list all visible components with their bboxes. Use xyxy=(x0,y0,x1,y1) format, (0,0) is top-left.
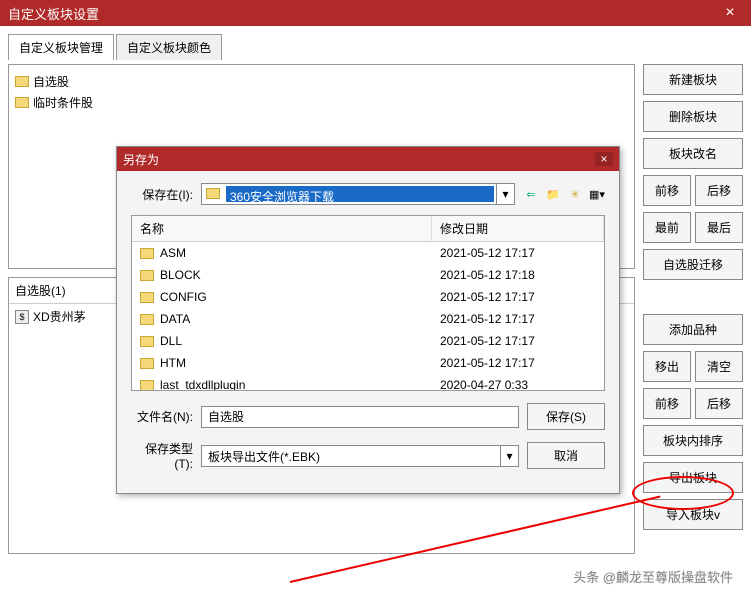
watermark: 头条 @麟龙至尊版操盘软件 xyxy=(573,567,733,586)
filetype-value: 板块导出文件(*.EBK) xyxy=(202,446,500,466)
cancel-button[interactable]: 取消 xyxy=(527,442,605,469)
folder-icon xyxy=(140,292,154,303)
file-name: DLL xyxy=(160,334,182,348)
file-row[interactable]: CONFIG 2021-05-12 17:17 xyxy=(132,286,604,308)
delete-block-button[interactable]: 删除板块 xyxy=(643,101,743,132)
file-name: ASM xyxy=(160,246,186,260)
folder-icon xyxy=(140,314,154,325)
main-content: 自定义板块管理 自定义板块颜色 自选股 临时条件股 自选股(1) $ XD贵州茅 xyxy=(0,26,751,562)
file-row[interactable]: BLOCK 2021-05-12 17:18 xyxy=(132,264,604,286)
location-combo[interactable]: 360安全浏览器下载 ▾ xyxy=(201,183,515,205)
file-date: 2021-05-12 17:17 xyxy=(432,310,604,328)
rename-block-button[interactable]: 板块改名 xyxy=(643,138,743,169)
file-name: CONFIG xyxy=(160,290,207,304)
folder-icon xyxy=(15,97,29,108)
remove-button[interactable]: 移出 xyxy=(643,351,691,382)
save-button[interactable]: 保存(S) xyxy=(527,403,605,430)
tree-label: 临时条件股 xyxy=(33,94,93,111)
file-name: DATA xyxy=(160,312,190,326)
col-name[interactable]: 名称 xyxy=(132,216,432,241)
file-name: HTM xyxy=(160,356,186,370)
file-name: last_tdxdllplugin xyxy=(160,378,245,390)
tree-item[interactable]: 自选股 xyxy=(15,71,628,92)
folder-icon xyxy=(140,336,154,347)
migrate-button[interactable]: 自选股迁移 xyxy=(643,249,743,280)
money-icon: $ xyxy=(15,310,29,324)
tabs: 自定义板块管理 自定义板块颜色 xyxy=(8,34,743,60)
dialog-title: 另存为 xyxy=(123,151,159,168)
sort-button[interactable]: 板块内排序 xyxy=(643,425,743,456)
window-title: 自定义板块设置 xyxy=(8,4,99,23)
col-date[interactable]: 修改日期 xyxy=(432,216,604,241)
file-date: 2020-04-27 0:33 xyxy=(432,376,604,390)
filename-label: 文件名(N): xyxy=(131,408,193,425)
file-date: 2021-05-12 17:17 xyxy=(432,288,604,306)
export-block-button[interactable]: 导出板块 xyxy=(643,462,743,493)
tree-item[interactable]: 临时条件股 xyxy=(15,92,628,113)
last-button[interactable]: 最后 xyxy=(695,212,743,243)
chevron-down-icon[interactable]: ▾ xyxy=(496,184,514,204)
save-as-dialog: 另存为 × 保存在(I): 360安全浏览器下载 ▾ ⇐ 📁 ✳ ▦▾ xyxy=(116,146,620,494)
chevron-down-icon[interactable]: ▾ xyxy=(500,446,518,466)
backward-button[interactable]: 后移 xyxy=(695,175,743,206)
add-stock-button[interactable]: 添加品种 xyxy=(643,314,743,345)
file-date: 2021-05-12 17:17 xyxy=(432,244,604,262)
savein-label: 保存在(I): xyxy=(131,186,193,203)
new-folder-icon[interactable]: ✳ xyxy=(567,186,583,202)
folder-icon xyxy=(140,358,154,369)
stock-label: XD贵州茅 xyxy=(33,308,86,325)
folder-icon xyxy=(15,76,29,87)
file-date: 2021-05-12 17:17 xyxy=(432,332,604,350)
up-folder-icon[interactable]: 📁 xyxy=(545,186,561,202)
view-menu-icon[interactable]: ▦▾ xyxy=(589,186,605,202)
forward2-button[interactable]: 前移 xyxy=(643,388,691,419)
file-row[interactable]: HTM 2021-05-12 17:17 xyxy=(132,352,604,374)
file-row[interactable]: DLL 2021-05-12 17:17 xyxy=(132,330,604,352)
first-button[interactable]: 最前 xyxy=(643,212,691,243)
main-titlebar: 自定义板块设置 × xyxy=(0,0,751,26)
dialog-close-icon[interactable]: × xyxy=(595,152,613,166)
new-block-button[interactable]: 新建板块 xyxy=(643,64,743,95)
dialog-titlebar: 另存为 × xyxy=(117,147,619,171)
location-selected: 360安全浏览器下载 xyxy=(226,186,494,202)
right-buttons: 新建板块 删除板块 板块改名 前移 后移 最前 最后 自选股迁移 添加品种 移出… xyxy=(643,64,743,554)
filename-input[interactable] xyxy=(201,406,519,428)
file-row[interactable]: last_tdxdllplugin 2020-04-27 0:33 xyxy=(132,374,604,390)
tab-manage[interactable]: 自定义板块管理 xyxy=(8,34,114,60)
back-arrow-icon[interactable]: ⇐ xyxy=(523,186,539,202)
forward-button[interactable]: 前移 xyxy=(643,175,691,206)
file-name: BLOCK xyxy=(160,268,201,282)
tree-label: 自选股 xyxy=(33,73,69,90)
file-date: 2021-05-12 17:18 xyxy=(432,266,604,284)
import-block-button[interactable]: 导入板块v xyxy=(643,499,743,530)
close-icon[interactable]: × xyxy=(717,4,743,22)
file-row[interactable]: DATA 2021-05-12 17:17 xyxy=(132,308,604,330)
file-row[interactable]: ASM 2021-05-12 17:17 xyxy=(132,242,604,264)
folder-icon xyxy=(140,380,154,391)
file-date: 2021-05-12 17:17 xyxy=(432,354,604,372)
file-list: 名称 修改日期 ASM 2021-05-12 17:17 BLOCK 2021-05-… xyxy=(131,215,605,391)
folder-icon xyxy=(140,248,154,259)
tab-color[interactable]: 自定义板块颜色 xyxy=(116,34,222,60)
backward2-button[interactable]: 后移 xyxy=(695,388,743,419)
filetype-combo[interactable]: 板块导出文件(*.EBK) ▾ xyxy=(201,445,519,467)
filetype-label: 保存类型(T): xyxy=(131,440,193,471)
folder-icon xyxy=(140,270,154,281)
folder-icon xyxy=(206,188,220,199)
clear-button[interactable]: 清空 xyxy=(695,351,743,382)
